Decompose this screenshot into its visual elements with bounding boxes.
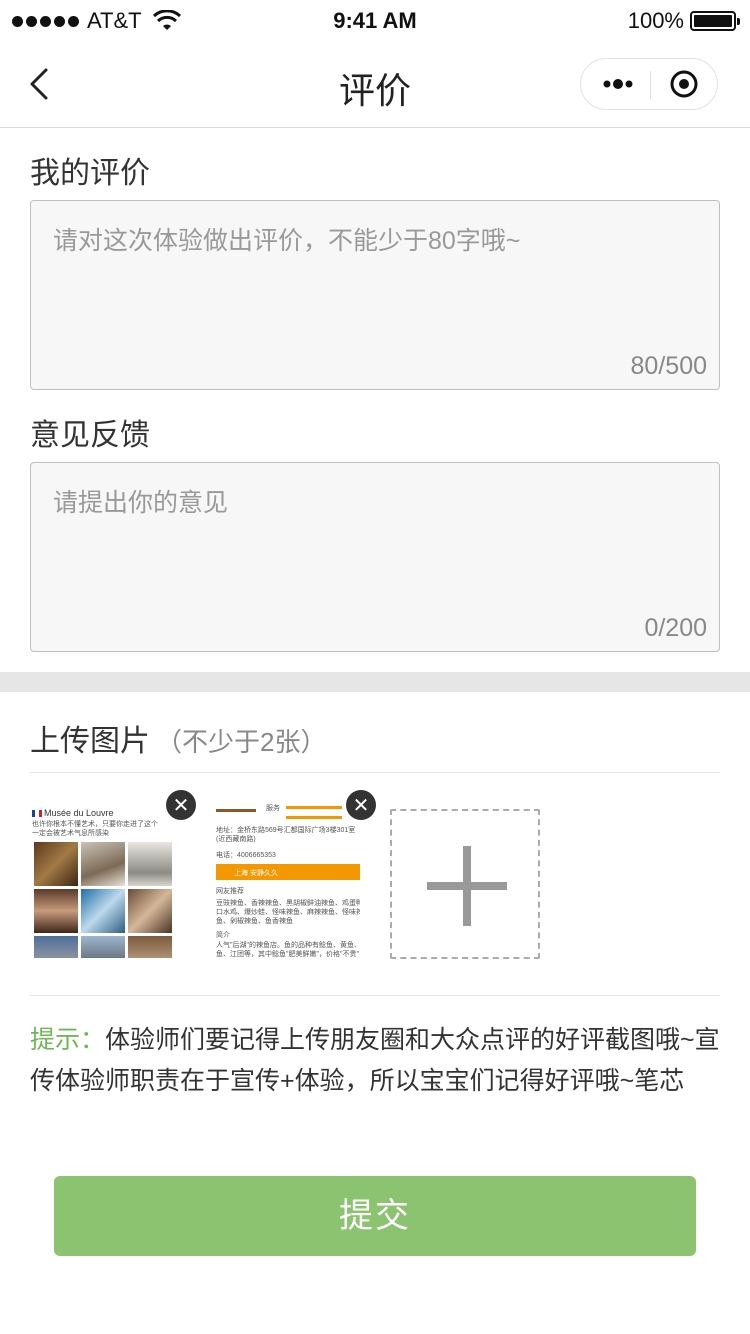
statue-photo — [128, 842, 172, 886]
thumb1-header-text: Musée du Louvre — [44, 808, 114, 818]
review-label: 我的评价 — [30, 157, 150, 190]
tip-label: 提示： — [30, 1026, 106, 1054]
thumb1-header: Musée du Louvre — [32, 808, 114, 818]
thumb2-top-bar — [216, 809, 256, 812]
navigation-bar: 评价 — [0, 40, 750, 128]
status-right: 100% — [627, 8, 740, 34]
thumb2-address: 地址：金桥东路569号汇都国际广场3楼301室(近西藏南路) — [216, 827, 356, 843]
thumb2-banner-text: 上海 安静久久 — [234, 870, 278, 877]
uploaded-image-1[interactable]: Musée du Louvre 也许你根本不懂艺术，只要你走进了这个 一定会被艺… — [30, 800, 180, 958]
add-image-button[interactable] — [390, 809, 540, 959]
sculpture-photo — [81, 842, 125, 886]
painting-photo — [34, 842, 78, 886]
gallery-photo — [128, 889, 172, 933]
more-icon[interactable] — [601, 71, 635, 97]
statue-outdoor-photo — [81, 936, 125, 958]
divider — [30, 772, 720, 773]
submit-button[interactable]: 提交 — [54, 1176, 696, 1256]
status-bar: AT&T 9:41 AM 100% — [0, 0, 750, 40]
thumb2-banner: 上海 安静久久 — [216, 864, 360, 880]
thumb1-caption-2: 一定会被艺术气息所感染 — [32, 830, 109, 837]
divider — [30, 995, 720, 996]
review-textarea[interactable]: 请对这次体验做出评价，不能少于80字哦~ 80/500 — [30, 200, 720, 390]
thumb2-intro2: 鱼、江团等，其中鲶鱼"肥美鲜嫩"，价格"不贵"，点的 — [216, 951, 360, 958]
thumb2-section1: 网友推荐 — [216, 888, 244, 895]
pyramid-photo — [81, 889, 125, 933]
thumb2-section2: 简介 — [216, 932, 230, 939]
france-flag-icon — [32, 809, 42, 817]
battery-percent: 100% — [627, 8, 684, 33]
remove-image-1-button[interactable]: ✕ — [166, 790, 196, 820]
capsule-divider — [650, 71, 651, 99]
feedback-textarea[interactable]: 请提出你的意见 0/200 — [30, 462, 720, 652]
tip-text: 提示：体验师们要记得上传朋友圈和大众点评的好评截图哦~宣传体验师职责在于宣传+体… — [30, 1020, 725, 1102]
battery-icon — [690, 11, 740, 31]
venus-photo — [34, 889, 78, 933]
feedback-label: 意见反馈 — [30, 419, 150, 452]
thumb2-items3: 鱼、剁椒辣鱼、鱼香辣鱼 — [216, 918, 293, 925]
feedback-char-counter: 0/200 — [644, 614, 707, 642]
plus-icon — [427, 846, 507, 926]
upload-title-text: 上传图片 — [30, 725, 150, 758]
remove-image-2-button[interactable]: ✕ — [346, 790, 376, 820]
section-divider-band — [0, 672, 750, 692]
thumb2-rating-bar-1 — [286, 806, 342, 809]
feedback-placeholder: 请提出你的意见 — [53, 489, 229, 517]
uploaded-image-2[interactable]: 服务 地址：金桥东路569号汇都国际广场3楼301室(近西藏南路) 电话：400… — [210, 800, 360, 958]
review-char-counter: 80/500 — [630, 352, 707, 380]
thumb2-rating-bar-2 — [286, 816, 342, 819]
upload-title: 上传图片 （不少于2张） — [30, 716, 326, 760]
thumb2-row1: 服务 — [266, 805, 280, 812]
tip-content: 体验师们要记得上传朋友圈和大众点评的好评截图哦~宣传体验师职责在于宣传+体验，所… — [30, 1026, 720, 1095]
building-photo — [34, 936, 78, 958]
close-mini-program-icon[interactable] — [669, 69, 699, 99]
mini-program-capsule — [580, 58, 718, 110]
upload-hint: （不少于2张） — [156, 727, 327, 757]
artwork-photo — [128, 936, 172, 958]
review-placeholder: 请对这次体验做出评价，不能少于80字哦~ — [53, 227, 521, 255]
thumb2-phone: 电话：4006665353 — [216, 852, 276, 859]
